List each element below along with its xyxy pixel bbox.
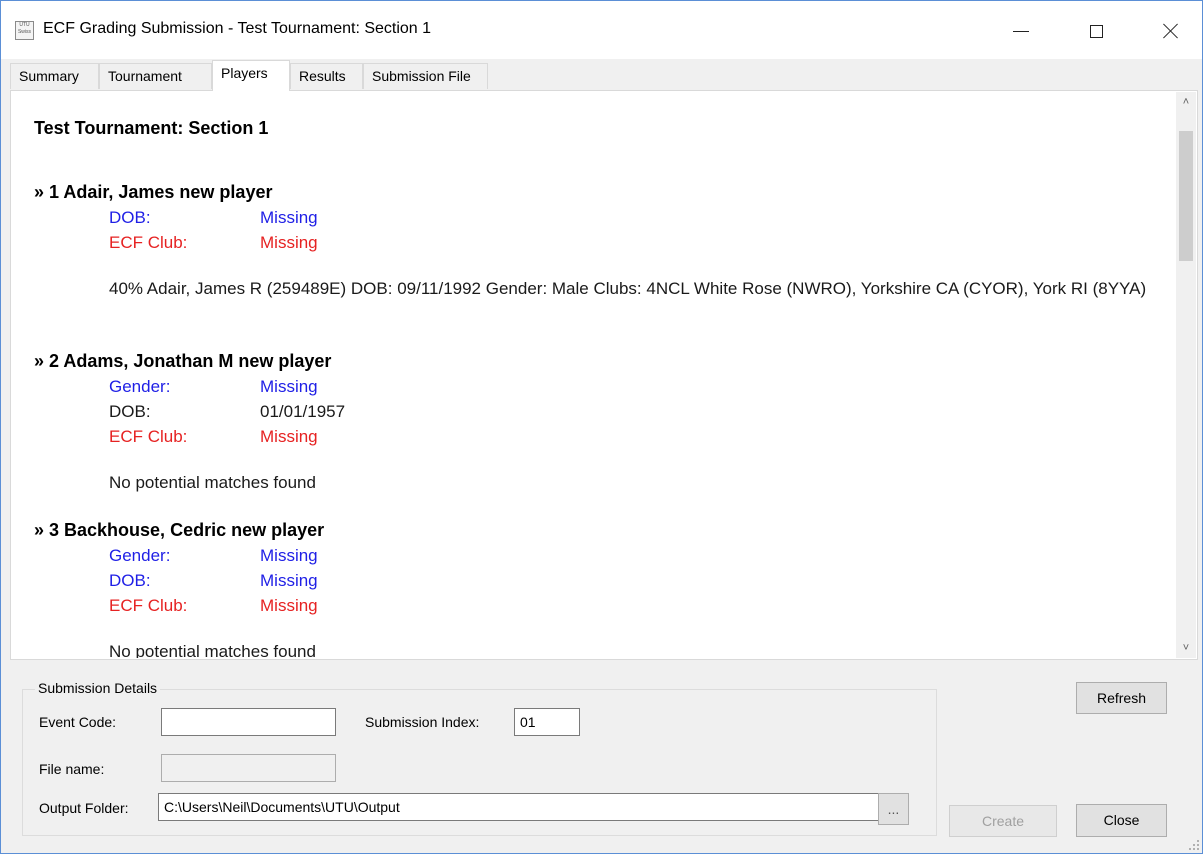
tab-summary[interactable]: Summary xyxy=(10,63,99,89)
field-label-dob: DOB: xyxy=(109,571,151,590)
file-name-field xyxy=(161,754,336,782)
player-heading: » 3 Backhouse, Cedric new player xyxy=(34,520,325,540)
field-value-ecf-club: Missing xyxy=(260,596,318,615)
field-label-ecf-club: ECF Club: xyxy=(109,596,188,615)
tab-results[interactable]: Results xyxy=(290,63,363,89)
no-matches-text: No potential matches found xyxy=(109,642,316,658)
field-label-ecf-club: ECF Club: xyxy=(109,233,188,252)
app-icon: UTU Swiss xyxy=(15,21,34,40)
application-window: UTU Swiss ECF Grading Submission - Test … xyxy=(0,0,1203,854)
submission-index-label: Submission Index: xyxy=(365,714,480,730)
player-heading: » 1 Adair, James new player xyxy=(34,182,273,202)
player-heading: » 2 Adams, Jonathan M new player xyxy=(34,351,332,371)
vertical-scrollbar[interactable]: ˄ ˅ xyxy=(1176,92,1196,658)
submission-details-label: Submission Details xyxy=(35,680,161,696)
output-folder-label: Output Folder: xyxy=(39,800,129,816)
tab-tournament[interactable]: Tournament xyxy=(99,63,212,89)
window-title: ECF Grading Submission - Test Tournament… xyxy=(43,20,432,37)
title-bar[interactable]: UTU Swiss ECF Grading Submission - Test … xyxy=(1,1,1202,59)
field-label-gender: Gender: xyxy=(109,546,171,565)
maximize-button[interactable] xyxy=(1074,13,1118,49)
app-icon-text: UTU Swiss xyxy=(17,22,32,35)
scrollbar-thumb[interactable] xyxy=(1179,131,1193,261)
file-name-label: File name: xyxy=(39,761,105,777)
field-value-ecf-club: Missing xyxy=(260,427,318,446)
close-button[interactable]: Close xyxy=(1076,804,1167,837)
chevron-down-icon: ˅ xyxy=(1182,642,1190,654)
create-button: Create xyxy=(949,805,1057,837)
tab-submission-file[interactable]: Submission File xyxy=(363,63,488,89)
minimize-icon xyxy=(1013,30,1029,32)
tab-players[interactable]: Players xyxy=(212,60,290,91)
scroll-down-button[interactable]: ˅ xyxy=(1176,638,1196,658)
submission-index-input[interactable] xyxy=(514,708,580,736)
report-title: Test Tournament: Section 1 xyxy=(34,118,269,138)
maximize-icon xyxy=(1089,24,1103,38)
field-value-ecf-club: Missing xyxy=(260,233,318,252)
refresh-button[interactable]: Refresh xyxy=(1076,682,1167,714)
minimize-button[interactable] xyxy=(999,13,1043,49)
field-value-gender: Missing xyxy=(260,546,318,565)
field-label-dob: DOB: xyxy=(109,208,151,227)
browse-folder-button[interactable]: ... xyxy=(878,793,909,825)
close-icon xyxy=(1163,23,1179,39)
players-report-panel: Test Tournament: Section 1 » 1 Adair, Ja… xyxy=(10,90,1198,660)
field-value-dob: 01/01/1957 xyxy=(260,402,346,421)
field-label-dob: DOB: xyxy=(109,402,151,421)
scroll-up-button[interactable]: ˄ xyxy=(1176,92,1196,112)
close-window-button[interactable] xyxy=(1149,13,1193,49)
field-label-ecf-club: ECF Club: xyxy=(109,427,188,446)
event-code-input[interactable] xyxy=(161,708,336,736)
output-folder-input[interactable] xyxy=(158,793,879,821)
no-matches-text: No potential matches found xyxy=(109,473,316,492)
field-value-dob: Missing xyxy=(260,571,318,590)
field-value-dob: Missing xyxy=(260,208,318,227)
report-scroll-area[interactable]: Test Tournament: Section 1 » 1 Adair, Ja… xyxy=(12,92,1176,658)
tab-strip: Summary Tournament Players Results Submi… xyxy=(10,60,1190,91)
field-value-gender: Missing xyxy=(260,377,318,396)
field-label-gender: Gender: xyxy=(109,377,171,396)
potential-match-text[interactable]: 40% Adair, James R (259489E) DOB: 09/11/… xyxy=(32,277,1172,301)
chevron-up-icon: ˄ xyxy=(1182,96,1190,108)
resize-grip-icon[interactable] xyxy=(1189,840,1199,850)
event-code-label: Event Code: xyxy=(39,714,117,730)
